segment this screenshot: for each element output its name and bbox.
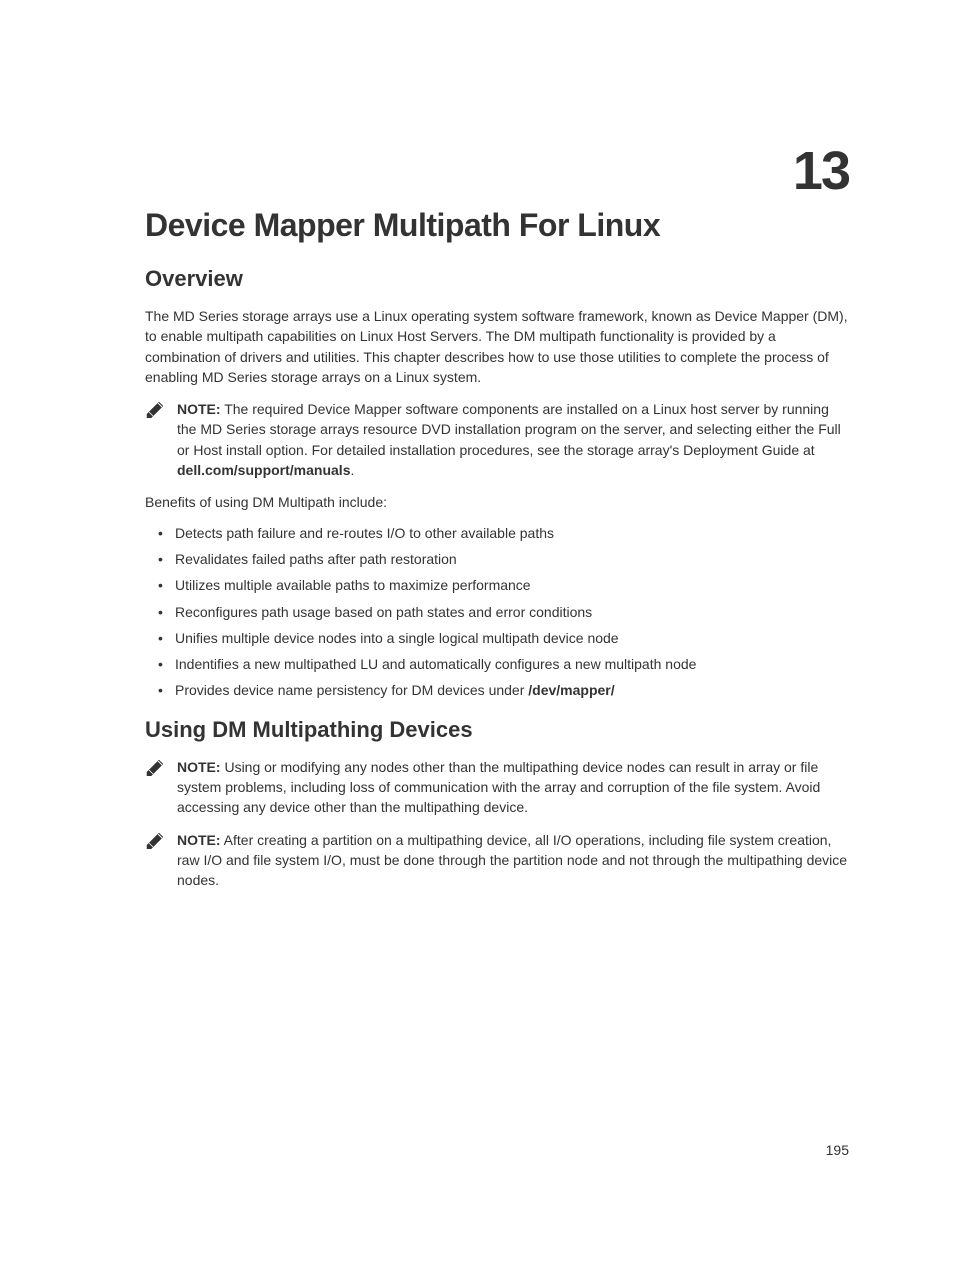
chapter-title: Device Mapper Multipath For Linux [145,207,849,244]
note-text-2: NOTE: Using or modifying any nodes other… [177,757,849,818]
note-label: NOTE: [177,759,221,775]
note-block-1: NOTE: The required Device Mapper softwar… [145,399,849,480]
list-item: Indentifies a new multipathed LU and aut… [145,654,849,674]
note-icon [145,758,165,776]
note-text-3: NOTE: After creating a partition on a mu… [177,830,849,891]
list-item: Utilizes multiple available paths to max… [145,575,849,595]
benefits-list: Detects path failure and re-routes I/O t… [145,523,849,701]
list-item: Revalidates failed paths after path rest… [145,549,849,569]
section-using-title: Using DM Multipathing Devices [145,717,849,743]
bullet-text: Provides device name persistency for DM … [175,682,528,698]
note-body: Using or modifying any nodes other than … [177,759,820,816]
chapter-number: 13 [145,140,849,202]
list-item: Reconfigures path usage based on path st… [145,602,849,622]
note-label: NOTE: [177,401,221,417]
note-body: The required Device Mapper software comp… [177,401,841,458]
note-block-3: NOTE: After creating a partition on a mu… [145,830,849,891]
list-item: Detects path failure and re-routes I/O t… [145,523,849,543]
benefits-intro: Benefits of using DM Multipath include: [145,492,849,512]
note-icon [145,831,165,849]
section-overview-title: Overview [145,266,849,292]
bullet-bold: /dev/mapper/ [528,682,614,698]
overview-paragraph: The MD Series storage arrays use a Linux… [145,306,849,387]
note-icon [145,400,165,418]
page-number: 195 [826,1142,849,1158]
note-text-1: NOTE: The required Device Mapper softwar… [177,399,849,480]
note-after: . [350,462,354,478]
note-link: dell.com/support/manuals [177,462,350,478]
note-block-2: NOTE: Using or modifying any nodes other… [145,757,849,818]
list-item: Provides device name persistency for DM … [145,680,849,700]
note-label: NOTE: [177,832,221,848]
note-body: After creating a partition on a multipat… [177,832,847,889]
document-page: 13 Device Mapper Multipath For Linux Ove… [0,0,954,963]
list-item: Unifies multiple device nodes into a sin… [145,628,849,648]
